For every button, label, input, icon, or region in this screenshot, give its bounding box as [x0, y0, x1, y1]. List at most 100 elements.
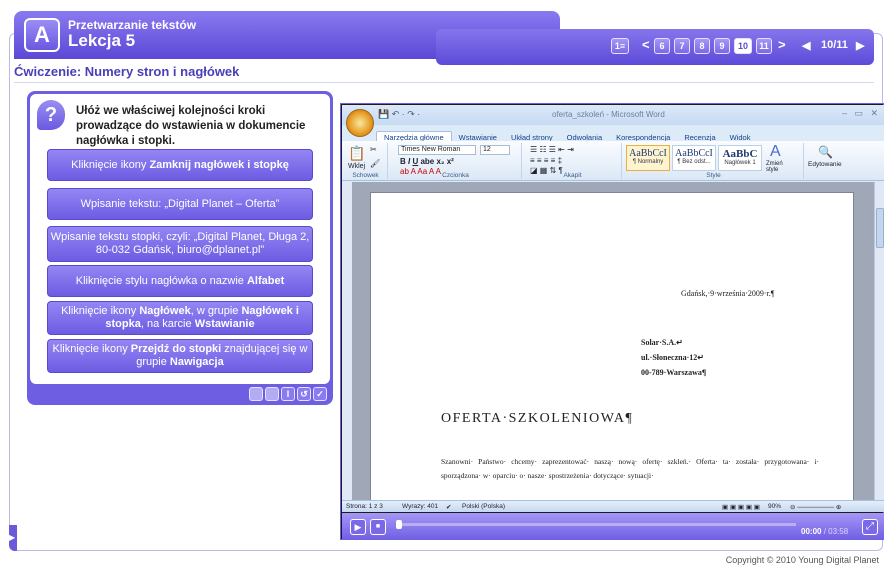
back-arrow-icon[interactable]: ◀: [802, 39, 810, 52]
font-format-icons: B I U abe x₂ x²: [400, 157, 454, 166]
doc-address: Solar·S.A.↵ ul.·Słoneczna·12↵ 00-789·War…: [641, 335, 706, 380]
window-controls-icon: – ▭ ✕: [841, 108, 878, 118]
find-icon: 🔍: [818, 145, 833, 159]
word-title: oferta_szkoleń - Microsoft Word: [552, 110, 665, 119]
status-language: Polski (Polska): [462, 503, 505, 510]
question-icon: ?: [37, 100, 65, 130]
copyright-text: Copyright © 2010 Young Digital Planet: [725, 555, 879, 565]
address-line: ul.·Słoneczna·12↵: [641, 353, 704, 362]
logo-icon: A: [24, 18, 60, 52]
page-button-7[interactable]: 7: [674, 38, 690, 54]
video-player: oferta_szkoleń - Microsoft Word – ▭ ✕ 💾 …: [340, 103, 884, 540]
step-keyword: Nawigacja: [169, 356, 224, 368]
step-text: Kliknięcie ikony: [52, 343, 131, 355]
step-item[interactable]: Wpisanie tekstu: „Digital Planet – Ofert…: [47, 188, 313, 220]
side-toggle[interactable]: ▶: [9, 525, 17, 551]
step-keyword: Wstawianie: [194, 318, 255, 330]
exercise-title: Ćwiczenie: Numery stron i nagłówek: [14, 64, 240, 79]
fullscreen-icon[interactable]: ⤢: [862, 519, 878, 535]
font-size-field: 12: [480, 145, 510, 155]
page-button-6[interactable]: 6: [654, 38, 670, 54]
play-button[interactable]: ▶: [350, 519, 366, 535]
progress-knob[interactable]: [396, 520, 403, 529]
style-no-spacing: AaBbCcI ¶ Bez odst...: [672, 145, 716, 171]
time-display: 00:00 / 03:58: [801, 527, 848, 536]
page-counter: 10/11: [821, 39, 848, 51]
doc-paragraph: Szanowni· Państwo· chcemy· zaprezentować…: [441, 457, 819, 480]
instruction-text: Ułóż we właściwej kolejności kroki prowa…: [76, 105, 306, 147]
font-group: Times New Roman 12 B I U abe x₂ x² ab A …: [390, 143, 522, 179]
word-statusbar: Strona: 1 z 3 Wyrazy: 401 ✔ Polski (Pols…: [342, 500, 884, 512]
page-button-11[interactable]: 11: [756, 38, 772, 54]
reset-icon[interactable]: ↺: [297, 387, 311, 401]
step-keyword: Nagłówek: [139, 305, 191, 317]
side-toggle-icon: ▶: [9, 533, 16, 542]
step-keyword: Przejdź do stopki: [130, 343, 222, 355]
step-item[interactable]: Kliknięcie ikony Zamknij nagłówek i stop…: [47, 149, 313, 181]
paragraph-group: ☰ ☷ ☰ ⇤ ⇥ ≡ ≡ ≡ ≡ ‡ ◪ ▦ ⇅ ¶ Akapit: [524, 143, 622, 179]
office-button-icon: [346, 109, 374, 137]
step-item[interactable]: Kliknięcie stylu nagłówka o nazwie Alfab…: [47, 265, 313, 297]
step-text: Wpisanie tekstu stopki, czyli: „Digital …: [50, 231, 310, 256]
word-titlebar: oferta_szkoleń - Microsoft Word – ▭ ✕: [342, 105, 884, 125]
page-button-9[interactable]: 9: [714, 38, 730, 54]
change-styles-icon: A: [770, 143, 781, 160]
address-line: Solar·S.A.↵: [641, 338, 683, 347]
align-icons: ≡ ≡ ≡ ≡ ‡: [530, 156, 563, 165]
step-label: Kliknięcie ikony Zamknij nagłówek i stop…: [71, 159, 289, 172]
progress-track[interactable]: [396, 520, 796, 529]
step-text: Kliknięcie ikony: [61, 305, 140, 317]
paste-label: Wklej: [348, 163, 366, 170]
address-line: 00-789·Warszawa¶: [641, 368, 707, 377]
paste-icon: 📋: [348, 145, 366, 161]
page-button-8[interactable]: 8: [694, 38, 710, 54]
scroll-thumb: [876, 208, 884, 248]
step-label: Kliknięcie stylu nagłówka o nazwie Alfab…: [76, 275, 284, 288]
status-words: Wyrazy: 401: [402, 503, 439, 510]
doc-heading: OFERTA·SZKOLENIOWA¶: [441, 411, 634, 426]
page-button-10[interactable]: 10: [734, 38, 752, 54]
zoom-slider-icon: ⊖ ──────── ⊕: [790, 504, 842, 511]
ribbon: 📋 Wklej ✂ 🖌 Schowek Times New Roman 12 B…: [342, 141, 884, 181]
step-label: Wpisanie tekstu: „Digital Planet – Ofert…: [81, 198, 280, 211]
vertical-ruler: [342, 182, 352, 500]
vertical-scrollbar: [874, 182, 884, 500]
step-keyword: Alfabet: [246, 274, 285, 287]
format-painter-icon: 🖌: [370, 159, 381, 168]
blank-button[interactable]: [249, 387, 263, 401]
style-normal: AaBbCcI ¶ Normalny: [626, 145, 670, 171]
page-navigation: 1≡ < 6 7 8 9 10 11 > ◀ 10/11 ▶: [436, 29, 874, 65]
check-icon[interactable]: ✓: [313, 387, 327, 401]
step-item[interactable]: Kliknięcie ikony Przejdź do stopki znajd…: [47, 339, 313, 373]
lesson-stage: ▶ A Przetwarzanie tekstów Lekcja 5 1≡ < …: [0, 0, 889, 568]
forward-arrow-icon[interactable]: ▶: [856, 39, 864, 52]
step-item[interactable]: Kliknięcie ikony Nagłówek, w grupie Nagł…: [47, 301, 313, 335]
info-button[interactable]: I: [281, 387, 295, 401]
step-label: Kliknięcie ikony Przejdź do stopki znajd…: [48, 343, 312, 369]
menu-button[interactable]: 1≡: [611, 38, 629, 54]
step-text: Kliknięcie stylu nagłówka o nazwie: [75, 274, 247, 287]
prev-pages-button[interactable]: <: [642, 37, 650, 52]
step-item[interactable]: Wpisanie tekstu stopki, czyli: „Digital …: [47, 226, 313, 262]
stop-button[interactable]: ■: [370, 519, 386, 535]
blank-button[interactable]: [265, 387, 279, 401]
next-pages-button[interactable]: >: [778, 37, 786, 52]
clipboard-label: Schowek: [352, 172, 379, 179]
player-controls: ▶ ■ 00:00 / 03:58 ⤢: [342, 513, 884, 540]
status-zoom: 90%: [768, 503, 782, 510]
lesson-title: Lekcja 5: [68, 31, 136, 50]
document-page: Gdańsk,·9·września·2009·r.¶ Solar·S.A.↵ …: [370, 192, 854, 512]
total-time: / 03:58: [823, 527, 849, 536]
divider: [14, 82, 874, 83]
styles-group: AaBbCcI ¶ Normalny AaBbCcI ¶ Bez odst... A…: [624, 143, 804, 179]
task-panel: ? Ułóż we właściwej kolejności kroki pro…: [27, 91, 333, 405]
word-window: oferta_szkoleń - Microsoft Word – ▭ ✕ 💾 …: [342, 105, 884, 512]
font-name-field: Times New Roman: [398, 145, 476, 155]
style-heading-1: AaBbC Nagłówek 1: [718, 145, 762, 171]
spellcheck-icon: ✔: [446, 504, 452, 511]
step-text: , na karcie: [140, 318, 195, 330]
step-label: Wpisanie tekstu stopki, czyli: „Digital …: [48, 231, 312, 257]
step-text: Wpisanie tekstu: „Digital Planet – Ofert…: [80, 197, 280, 210]
ribbon-tabs: Narzędzia główne Wstawianie Układ strony Od…: [376, 127, 757, 143]
cut-icon: ✂: [370, 145, 377, 154]
